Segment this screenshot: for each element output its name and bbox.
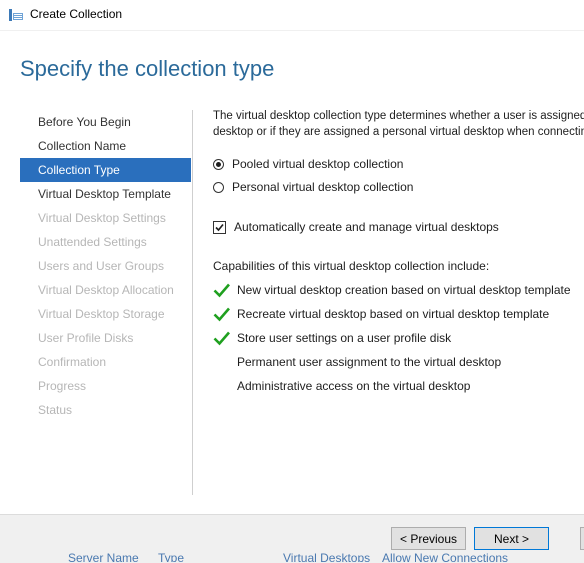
nav-item-virtual-desktop-allocation: Virtual Desktop Allocation — [38, 283, 174, 297]
capability-item: Permanent user assignment to the virtual… — [213, 350, 584, 374]
bg-column-type: Type — [158, 551, 185, 562]
capability-label: Permanent user assignment to the virtual… — [237, 355, 502, 369]
main-content: The virtual desktop collection type dete… — [213, 108, 584, 408]
checkmark-icon — [215, 223, 224, 231]
nav-divider — [192, 110, 193, 495]
nav-item-unattended-settings: Unattended Settings — [38, 235, 147, 249]
capabilities-heading: Capabilities of this virtual desktop col… — [213, 259, 490, 273]
auto-create-label: Automatically create and manage virtual … — [234, 220, 499, 234]
previous-button[interactable]: < Previous — [391, 527, 466, 550]
window-title: Create Collection — [30, 7, 123, 21]
wizard-nav: Before You Begin Collection Name Collect… — [20, 110, 191, 422]
nav-item-virtual-desktop-template[interactable]: Virtual Desktop Template — [20, 182, 191, 206]
wizard-header: Specify the collection type — [0, 30, 584, 100]
next-button[interactable]: Next > — [474, 527, 549, 550]
nav-item-collection-type[interactable]: Collection Type — [20, 158, 191, 182]
capability-item: New virtual desktop creation based on vi… — [213, 278, 584, 302]
capability-label: Administrative access on the virtual des… — [237, 379, 471, 393]
capability-label: New virtual desktop creation based on vi… — [237, 283, 571, 297]
green-check-icon — [213, 307, 230, 322]
auto-create-checkbox[interactable] — [213, 220, 226, 234]
capability-item: Store user settings on a user profile di… — [213, 326, 584, 350]
nav-item-confirmation: Confirmation — [38, 355, 107, 369]
auto-create-option[interactable]: Automatically create and manage virtual … — [213, 219, 499, 235]
capability-label: Recreate virtual desktop based on virtua… — [237, 307, 550, 321]
nav-item-progress: Progress — [38, 379, 87, 393]
personal-option[interactable]: Personal virtual desktop collection — [213, 179, 413, 195]
nav-item-user-profile-disks: User Profile Disks — [38, 331, 134, 345]
description-line-1: The virtual desktop collection type dete… — [213, 110, 584, 122]
capability-item: Administrative access on the virtual des… — [213, 374, 584, 398]
capability-label: Store user settings on a user profile di… — [237, 331, 452, 345]
create-button-edge[interactable] — [580, 527, 584, 550]
nav-item-users-and-user-groups: Users and User Groups — [38, 259, 165, 273]
page-title: Specify the collection type — [20, 56, 275, 81]
bg-column-virtual-desktops: Virtual Desktops — [283, 551, 371, 562]
personal-radio[interactable] — [213, 181, 224, 193]
nav-item-status: Status — [38, 403, 73, 417]
nav-item-virtual-desktop-settings: Virtual Desktop Settings — [38, 211, 166, 225]
green-check-icon — [213, 331, 230, 346]
pooled-option[interactable]: Pooled virtual desktop collection — [213, 156, 403, 172]
capability-item: Recreate virtual desktop based on virtua… — [213, 302, 584, 326]
collection-app-icon — [8, 7, 24, 23]
bg-column-allow-new-connections: Allow New Connections — [382, 551, 509, 562]
nav-item-virtual-desktop-storage: Virtual Desktop Storage — [38, 307, 165, 321]
nav-item-collection-name[interactable]: Collection Name — [20, 134, 191, 158]
bg-column-server-name: Server Name — [68, 551, 139, 562]
green-check-icon — [213, 283, 230, 298]
personal-option-label: Personal virtual desktop collection — [232, 180, 414, 194]
title-bar: Create Collection — [0, 0, 584, 31]
pooled-option-label: Pooled virtual desktop collection — [232, 157, 404, 171]
capabilities-list: New virtual desktop creation based on vi… — [213, 278, 584, 398]
description-line-2: desktop or if they are assigned a person… — [213, 126, 584, 138]
nav-item-before-you-begin[interactable]: Before You Begin — [20, 110, 191, 134]
background-window-strip: Server Name Type Virtual Desktops Allow … — [0, 549, 584, 562]
pooled-radio[interactable] — [213, 158, 224, 170]
